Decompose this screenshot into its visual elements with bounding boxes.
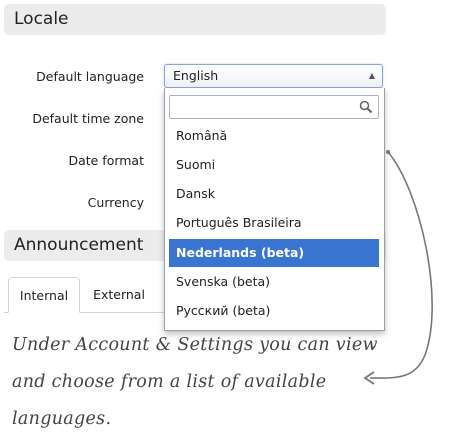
curved-arrow-icon [363, 150, 433, 385]
